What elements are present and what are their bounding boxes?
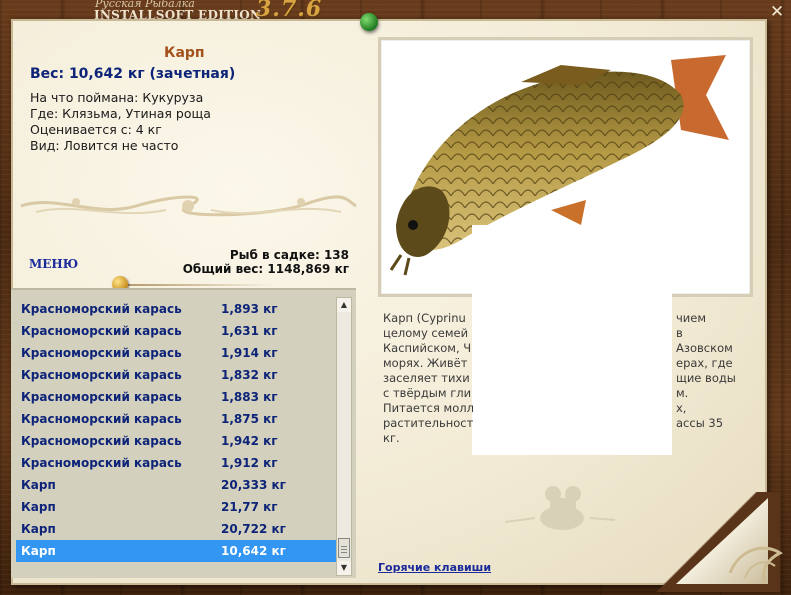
desc-line: щие воды [676, 371, 736, 385]
fish-weight: Вес: 10,642 кг (зачетная) [30, 66, 236, 82]
list-item-name: Карп [21, 500, 56, 514]
list-item-name: Карп [21, 544, 56, 558]
list-item[interactable]: Красноморский карась 1,631 кг [16, 320, 336, 342]
list-item-name: Карп [21, 522, 56, 536]
list-item-weight: 1,832 кг [221, 368, 278, 382]
image-placeholder-block [472, 225, 672, 455]
list-item-name: Красноморский карась [21, 412, 182, 426]
list-item-weight: 10,642 кг [221, 544, 286, 558]
desc-line: чием [676, 311, 707, 325]
list-item[interactable]: Красноморский карась 1,832 кг [16, 364, 336, 386]
desc-line: целому семей [383, 326, 469, 340]
list-item-name: Красноморский карась [21, 302, 182, 316]
list-item[interactable]: Красноморский карась 1,942 кг [16, 430, 336, 452]
list-scrollbar[interactable]: ▲ ▼ [336, 297, 352, 576]
fish-bait: На что поймана: Кукуруза [30, 90, 204, 105]
menu-link[interactable]: МЕНЮ [29, 257, 78, 271]
catch-list[interactable]: Красноморский карась 1,893 кг Красноморск… [16, 298, 336, 572]
desc-line: Азовском [676, 341, 733, 355]
list-item-weight: 1,893 кг [221, 302, 278, 316]
scroll-thumb[interactable] [338, 538, 350, 558]
green-pin-icon [360, 13, 378, 31]
list-item[interactable]: Красноморский карась 1,912 кг [16, 452, 336, 474]
list-item-weight: 1,883 кг [221, 390, 278, 404]
desc-line: с твёрдым гли [383, 386, 472, 400]
list-item[interactable]: Красноморский карась 1,914 кг [16, 342, 336, 364]
list-item-name: Красноморский карась [21, 346, 182, 360]
list-item-name: Красноморский карась [21, 324, 182, 338]
list-item-name: Красноморский карась [21, 456, 182, 470]
list-item-weight: 20,722 кг [221, 522, 286, 536]
list-item-weight: 1,875 кг [221, 412, 278, 426]
list-item-name: Красноморский карась [21, 368, 182, 382]
list-item-weight: 1,631 кг [221, 324, 278, 338]
desc-line: Карп (Cyprinu [383, 311, 466, 325]
list-item-name: Красноморский карась [21, 434, 182, 448]
fish-name: Карп [164, 45, 205, 61]
list-item-weight: 20,333 кг [221, 478, 286, 492]
total-weight: Общий вес: 1148,869 кг [182, 262, 349, 276]
list-item-selected[interactable]: Карп 10,642 кг [16, 540, 336, 562]
list-item[interactable]: Карп 20,333 кг [16, 474, 336, 496]
list-item-weight: 21,77 кг [221, 500, 278, 514]
desc-line: морях. Живёт [383, 356, 468, 370]
desc-line: Питается молл [383, 401, 474, 415]
slider-track [124, 284, 274, 286]
desc-line: растительност [383, 416, 474, 430]
list-item[interactable]: Красноморский карась 1,875 кг [16, 408, 336, 430]
desc-line: х, [676, 401, 687, 415]
list-item-weight: 1,914 кг [221, 346, 278, 360]
catch-list-panel: Красноморский карась 1,893 кг Красноморск… [11, 288, 356, 578]
list-item-weight: 1,942 кг [221, 434, 278, 448]
desc-line: м. [676, 386, 689, 400]
fish-location: Где: Клязьма, Утиная роща [30, 106, 211, 121]
ornament-divider [20, 195, 357, 217]
list-item[interactable]: Красноморский карась 1,893 кг [16, 298, 336, 320]
desc-line: кг. [383, 431, 400, 445]
fish-min-weight: Оценивается с: 4 кг [30, 122, 162, 137]
desc-line: в [676, 326, 683, 340]
list-item-name: Карп [21, 478, 56, 492]
desc-line: ерах, где [676, 356, 733, 370]
scroll-down-icon[interactable]: ▼ [337, 561, 351, 575]
corner-ornament-icon [728, 546, 783, 584]
desc-line: заселяет тихи [383, 371, 470, 385]
list-item[interactable]: Карп 20,722 кг [16, 518, 336, 540]
desc-line: Каспийском, Ч [383, 341, 472, 355]
desc-line: ассы 35 [676, 416, 724, 430]
fish-rarity: Вид: Ловится не часто [30, 138, 179, 153]
fisherman-watermark-icon [505, 486, 615, 530]
close-button[interactable]: ✕ [767, 3, 787, 21]
list-item[interactable]: Красноморский карась 1,883 кг [16, 386, 336, 408]
fish-count: Рыб в садке: 138 [229, 248, 349, 262]
list-item[interactable]: Карп 21,77 кг [16, 496, 336, 518]
hotkeys-link[interactable]: Горячие клавиши [378, 561, 491, 574]
list-item-name: Красноморский карась [21, 390, 182, 404]
scroll-up-icon[interactable]: ▲ [337, 298, 351, 312]
list-item-weight: 1,912 кг [221, 456, 278, 470]
